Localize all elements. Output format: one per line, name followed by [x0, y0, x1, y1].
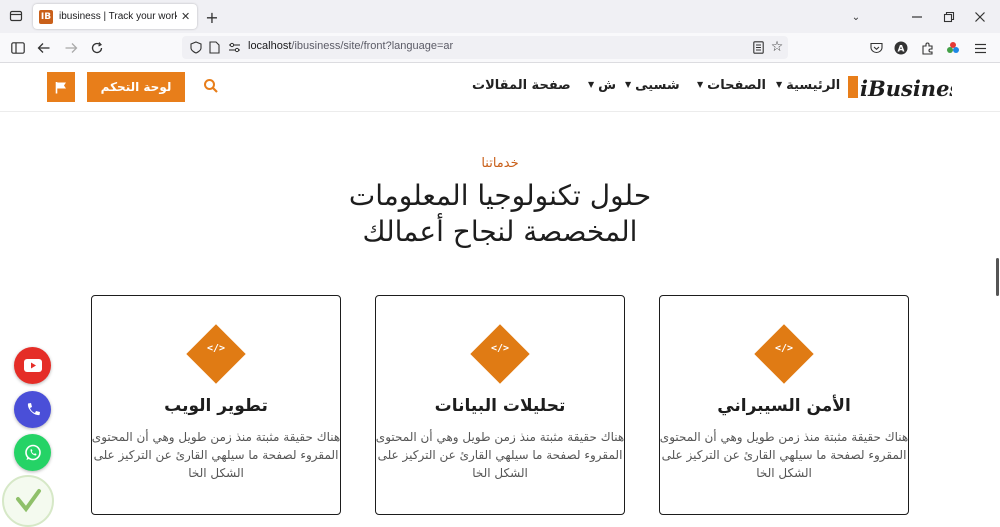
section-eyebrow: خدماتنا	[481, 156, 519, 171]
bookmark-star-icon[interactable]: ☆	[767, 37, 787, 57]
extensions-icon[interactable]	[917, 38, 937, 58]
menu-item-shasi[interactable]: شسيى▼	[625, 78, 680, 93]
chevron-down-icon[interactable]: ⌄	[846, 7, 866, 27]
url-text: localhost/ibusiness/site/front?language=…	[248, 40, 453, 52]
menu-item-sh[interactable]: ش▼	[588, 78, 616, 93]
favicon-icon: IB	[39, 9, 53, 24]
certification-badge	[2, 475, 54, 527]
card-body-security: هناك حقيقة مثبتة منذ زمن طويل وهي أن الم…	[659, 430, 909, 480]
caret-down-icon: ▼	[776, 80, 783, 89]
whatsapp-icon	[24, 444, 41, 460]
scrollbar-thumb[interactable]	[996, 258, 999, 296]
forward-icon[interactable]	[61, 38, 81, 58]
sidebar-icon[interactable]	[8, 38, 28, 58]
code-icon: </>	[774, 343, 794, 354]
url-path: /ibusiness/site/front?language=ar	[291, 40, 454, 52]
card-title-data: تحليلات البيانات	[434, 396, 566, 416]
whatsapp-button[interactable]	[14, 434, 51, 471]
search-icon[interactable]	[203, 78, 221, 96]
card-body-web: هناك حقيقة مثبتة منذ زمن طويل وهي أن الم…	[91, 430, 341, 480]
menu-item-pages[interactable]: الصفحات▼	[697, 78, 766, 93]
tab-list-icon[interactable]	[6, 6, 26, 26]
tab-title: ibusiness | Track your work with	[59, 11, 177, 22]
youtube-icon	[23, 359, 42, 372]
pocket-icon[interactable]	[866, 38, 886, 58]
menu-label-pages: الصفحات	[707, 78, 766, 93]
close-tab-icon[interactable]: ✕	[181, 10, 190, 23]
card-title-web: تطوير الويب	[164, 396, 268, 416]
youtube-button[interactable]	[14, 347, 51, 384]
code-icon: </>	[206, 343, 226, 354]
caret-down-icon: ▼	[697, 80, 704, 89]
tab-bar: IB ibusiness | Track your work with ✕ + …	[0, 0, 1000, 33]
minimize-icon[interactable]	[907, 7, 927, 27]
card-title-security: الأمن السيبراني	[717, 396, 851, 416]
back-icon[interactable]	[34, 38, 54, 58]
reload-icon[interactable]	[87, 38, 107, 58]
menu-item-articles[interactable]: صفحة المقالات	[472, 78, 571, 93]
dashboard-button[interactable]: لوحة التحكم	[87, 72, 185, 102]
phone-icon	[27, 402, 40, 415]
browser-window: IB ibusiness | Track your work with ✕ + …	[0, 0, 1000, 527]
logo-text: iBusiness	[860, 76, 952, 100]
shield-icon[interactable]	[186, 37, 206, 57]
menu-label-sh: ش	[598, 78, 617, 93]
card-body-data: هناك حقيقة مثبتة منذ زمن طويل وهي أن الم…	[375, 430, 625, 480]
menu-label-articles: صفحة المقالات	[472, 78, 571, 93]
menu-label-home: الرئيسية	[786, 78, 841, 93]
phone-button[interactable]	[14, 391, 51, 428]
site-logo[interactable]: iBusiness	[848, 72, 973, 101]
svg-text:A: A	[898, 45, 905, 55]
flag-icon	[55, 81, 66, 93]
account-icon[interactable]: A	[891, 38, 911, 58]
page-icon[interactable]	[204, 37, 224, 57]
menu-item-home[interactable]: الرئيسية▼	[776, 78, 840, 93]
checkmark-badge-icon	[16, 489, 41, 513]
new-tab-icon[interactable]: +	[202, 7, 222, 27]
reader-view-icon[interactable]	[748, 37, 768, 57]
permissions-icon[interactable]	[224, 37, 244, 57]
color-picker-icon[interactable]	[943, 38, 963, 58]
language-flag-button[interactable]	[47, 72, 75, 102]
caret-down-icon: ▼	[625, 80, 632, 89]
caret-down-icon: ▼	[588, 80, 595, 89]
restore-icon[interactable]	[939, 7, 959, 27]
code-icon: </>	[490, 343, 510, 354]
section-headline: حلول تكنولوجيا المعلومات المخصصة لنجاح أ…	[348, 179, 652, 248]
address-bar[interactable]: localhost/ibusiness/site/front?language=…	[182, 36, 788, 59]
url-host: localhost	[248, 40, 292, 52]
menu-label-shasi: شسيى	[635, 78, 680, 93]
menu-icon[interactable]	[970, 38, 990, 58]
close-window-icon[interactable]	[970, 7, 990, 27]
active-tab[interactable]: IB ibusiness | Track your work with ✕	[33, 4, 197, 29]
